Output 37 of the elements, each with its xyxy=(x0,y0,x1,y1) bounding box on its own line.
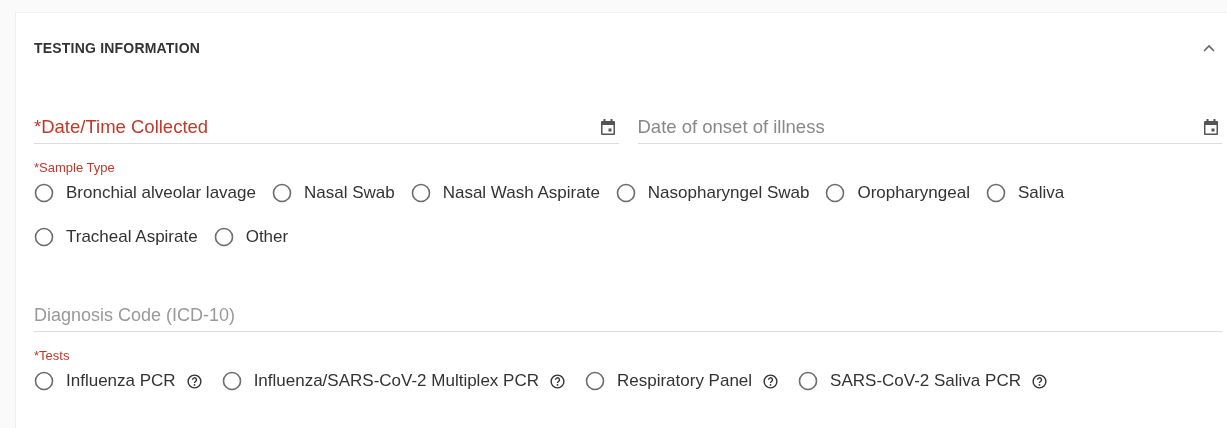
option-label: Tracheal Aspirate xyxy=(66,227,198,247)
radio-button[interactable] xyxy=(34,227,54,247)
radio-button[interactable] xyxy=(34,183,54,203)
option-label: Oropharyngeal xyxy=(857,183,970,203)
date-field[interactable]: *Date/Time Collected xyxy=(34,111,619,144)
help-icon[interactable] xyxy=(549,373,565,389)
option-label: SARS-CoV-2 Saliva PCR xyxy=(830,371,1021,391)
help-icon[interactable] xyxy=(763,373,779,389)
diagnosis-input[interactable]: Diagnosis Code (ICD-10) xyxy=(34,304,1222,326)
date-field[interactable]: Date of onset of illness xyxy=(637,111,1222,144)
radio-button[interactable] xyxy=(985,183,1006,203)
radio-button[interactable] xyxy=(584,371,605,391)
radio-button[interactable] xyxy=(34,371,54,391)
option-label: Nasal Swab xyxy=(303,183,395,203)
calendar-icon[interactable] xyxy=(1204,119,1218,135)
radio-button[interactable] xyxy=(410,183,431,203)
option-label: Influenza/SARS-CoV-2 Multiplex PCR xyxy=(253,371,539,391)
collapse-chevron-icon[interactable] xyxy=(1202,43,1216,53)
calendar-icon[interactable] xyxy=(600,119,615,135)
group-label: *Tests xyxy=(34,348,71,363)
radio-button[interactable] xyxy=(221,371,242,391)
option-label: Other xyxy=(245,227,289,247)
radio-button[interactable] xyxy=(798,371,819,391)
help-icon[interactable] xyxy=(186,373,202,389)
group-label: *Sample Type xyxy=(34,160,116,175)
option-label: Respiratory Panel xyxy=(616,371,753,391)
radio-button[interactable] xyxy=(271,183,292,203)
help-icon[interactable] xyxy=(1031,373,1047,389)
radio-button[interactable] xyxy=(213,227,234,247)
option-label: Bronchial alveolar lavage xyxy=(66,183,256,203)
radio-button[interactable] xyxy=(825,183,846,203)
section-title: TESTING INFORMATION xyxy=(34,40,201,56)
option-label: Saliva xyxy=(1017,183,1065,203)
option-label: Nasal Wash Aspirate xyxy=(442,183,600,203)
option-label: Nasopharyngel Swab xyxy=(647,183,810,203)
option-label: Influenza PCR xyxy=(66,371,176,391)
radio-button[interactable] xyxy=(615,183,636,203)
